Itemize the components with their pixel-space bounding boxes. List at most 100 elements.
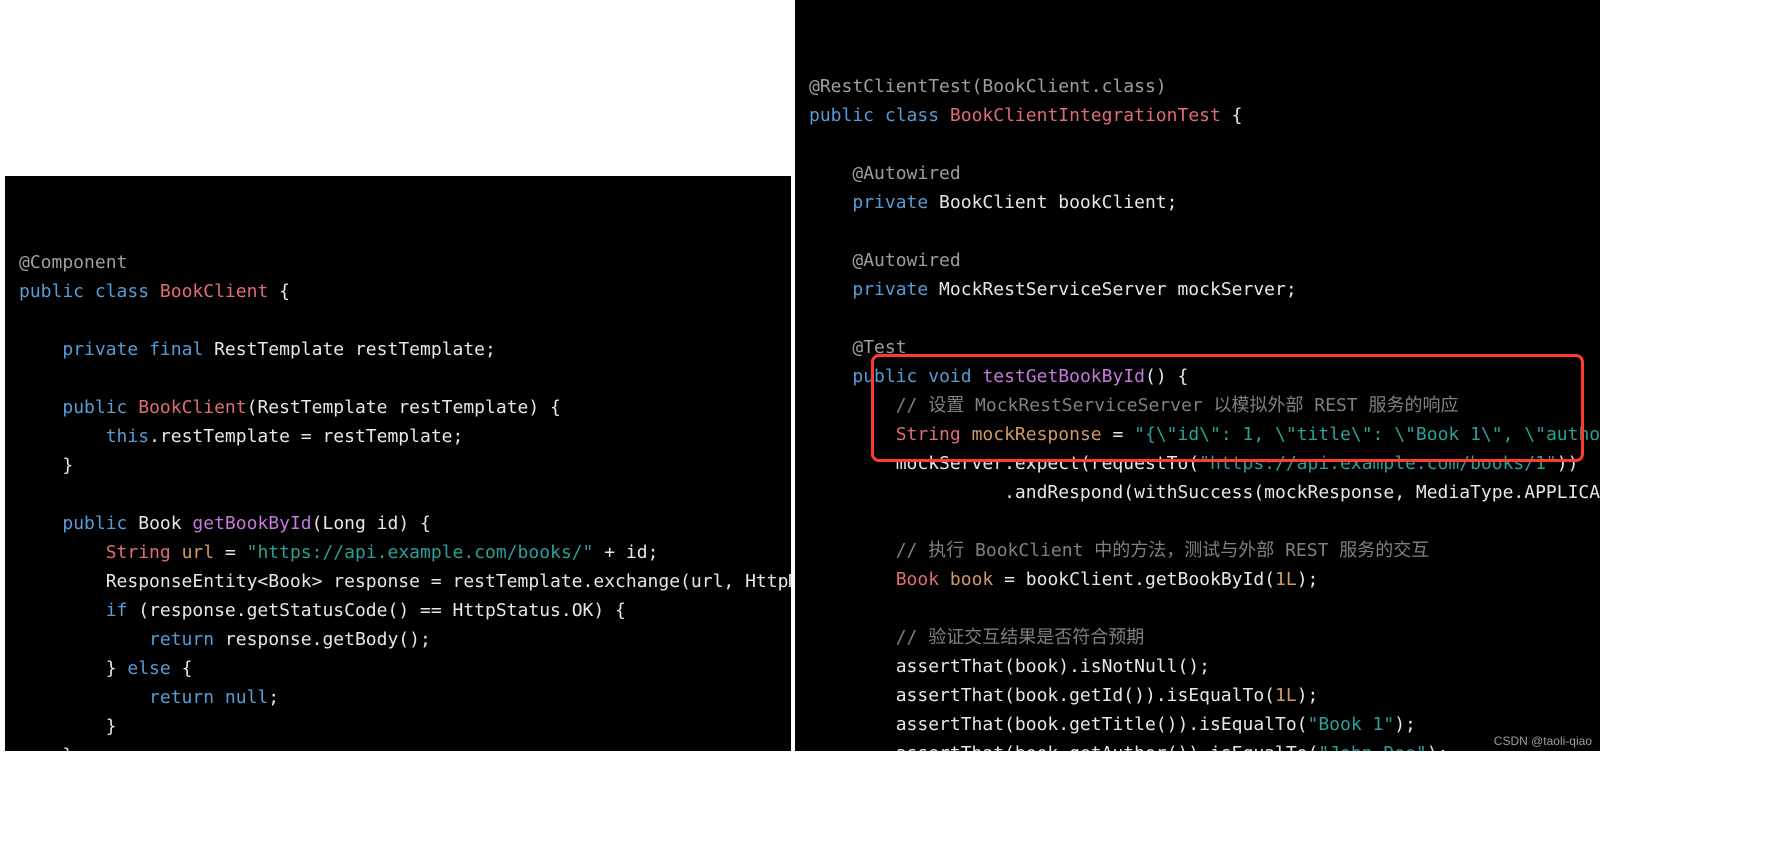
code-token: [171, 542, 182, 563]
code-line: return null;: [19, 683, 791, 712]
code-token: String: [896, 424, 961, 445]
code-line: [809, 304, 1600, 333]
code-token: if: [106, 600, 128, 621]
code-token: Book: [896, 569, 939, 590]
code-token: assertThat(book.getAuthor()).isEqualTo(: [809, 743, 1318, 751]
code-token: [809, 627, 896, 648]
code-token: response.getBody();: [214, 629, 431, 650]
watermark-text: CSDN @taoli-qiao: [1494, 735, 1592, 747]
code-token: {: [268, 281, 290, 302]
code-line: mockServer.expect(requestTo("https://api…: [809, 449, 1600, 478]
code-line: private BookClient bookClient;: [809, 188, 1600, 217]
code-token: class: [885, 105, 939, 126]
code-line: assertThat(book).isNotNull();: [809, 652, 1600, 681]
code-token: [19, 397, 62, 418]
code-token: =: [214, 542, 247, 563]
code-line: [19, 364, 791, 393]
code-line: }: [19, 712, 791, 741]
code-token: private: [852, 192, 928, 213]
code-token: class: [95, 281, 149, 302]
code-token: BookClientIntegrationTest: [950, 105, 1221, 126]
code-token: [19, 513, 62, 534]
code-line: public void testGetBookById() {: [809, 362, 1600, 391]
code-token: =: [1102, 424, 1135, 445]
code-token: return: [149, 687, 214, 708]
code-token: (RestTemplate restTemplate) {: [247, 397, 561, 418]
code-line: String mockResponse = "{\"id\": 1, \"tit…: [809, 420, 1600, 449]
code-line: @Component: [19, 248, 791, 277]
code-token: [149, 281, 160, 302]
code-token: assertThat(book.getId()).isEqualTo(: [809, 685, 1275, 706]
code-token: testGetBookById: [982, 366, 1145, 387]
code-token: public: [809, 105, 874, 126]
code-token: return: [149, 629, 214, 650]
code-token: [809, 540, 896, 561]
code-token: "https://api.example.com/books/1": [1199, 453, 1557, 474]
code-token: void: [928, 366, 971, 387]
code-token: {: [171, 658, 193, 679]
code-token: [138, 339, 149, 360]
code-token: else: [127, 658, 170, 679]
code-token: [84, 281, 95, 302]
code-token: @Autowired: [852, 163, 960, 184]
code-token: 1L: [1275, 685, 1297, 706]
code-token: mockResponse: [972, 424, 1102, 445]
code-token: RestTemplate restTemplate;: [203, 339, 496, 360]
code-line: } else {: [19, 654, 791, 683]
code-token: assertThat(book.getTitle()).isEqualTo(: [809, 714, 1308, 735]
code-token: [874, 105, 885, 126]
code-token: [939, 105, 950, 126]
code-token: private: [62, 339, 138, 360]
code-block-bookclient: @Componentpublic class BookClient { priv…: [19, 248, 791, 751]
code-token: [19, 426, 106, 447]
code-token: [809, 250, 852, 271]
code-line: this.restTemplate = restTemplate;: [19, 422, 791, 451]
code-token: BookClient bookClient;: [928, 192, 1177, 213]
code-line: [19, 306, 791, 335]
code-token: assertThat(book).isNotNull();: [809, 656, 1210, 677]
code-token: getBookById: [192, 513, 311, 534]
code-token: );: [1394, 714, 1416, 735]
code-token: [961, 424, 972, 445]
code-token: }: [19, 658, 127, 679]
code-token: [939, 569, 950, 590]
code-token: [809, 569, 896, 590]
code-line: assertThat(book.getId()).isEqualTo(1L);: [809, 681, 1600, 710]
code-token: "https://api.example.com/books/": [247, 542, 594, 563]
code-line: public BookClient(RestTemplate restTempl…: [19, 393, 791, 422]
code-token: // 设置 MockRestServiceServer 以模拟外部 REST 服…: [896, 395, 1459, 416]
code-token: "Book 1": [1308, 714, 1395, 735]
code-token: MockRestServiceServer mockServer;: [928, 279, 1296, 300]
code-line: .andRespond(withSuccess(mockResponse, Me…: [809, 478, 1600, 507]
code-line: }: [19, 741, 791, 751]
code-token: // 验证交互结果是否符合预期: [896, 627, 1145, 648]
code-token: ;: [268, 687, 279, 708]
code-token: [19, 687, 149, 708]
code-line: assertThat(book.getAuthor()).isEqualTo("…: [809, 739, 1600, 751]
code-line: private MockRestServiceServer mockServer…: [809, 275, 1600, 304]
code-token: public: [19, 281, 84, 302]
code-token: [19, 629, 149, 650]
code-token: ResponseEntity<Book> response = restTemp…: [19, 571, 791, 592]
code-token: [809, 163, 852, 184]
code-token: url: [182, 542, 215, 563]
code-token: [19, 600, 106, 621]
code-line: [809, 217, 1600, 246]
code-line: }: [19, 451, 791, 480]
code-line: // 设置 MockRestServiceServer 以模拟外部 REST 服…: [809, 391, 1600, 420]
code-token: this: [106, 426, 149, 447]
code-token: [809, 366, 852, 387]
code-line: public class BookClient {: [19, 277, 791, 306]
code-token: )): [1557, 453, 1579, 474]
code-token: mockServer.expect(requestTo(: [809, 453, 1199, 474]
code-pane-right: @RestClientTest(BookClient.class)public …: [795, 0, 1600, 751]
code-line: public class BookClientIntegrationTest {: [809, 101, 1600, 130]
code-token: }: [19, 716, 117, 737]
code-token: String: [106, 542, 171, 563]
code-token: book: [950, 569, 993, 590]
code-token: = bookClient.getBookById(: [993, 569, 1275, 590]
code-line: private final RestTemplate restTemplate;: [19, 335, 791, 364]
code-line: [809, 130, 1600, 159]
code-line: return response.getBody();: [19, 625, 791, 654]
code-token: [917, 366, 928, 387]
